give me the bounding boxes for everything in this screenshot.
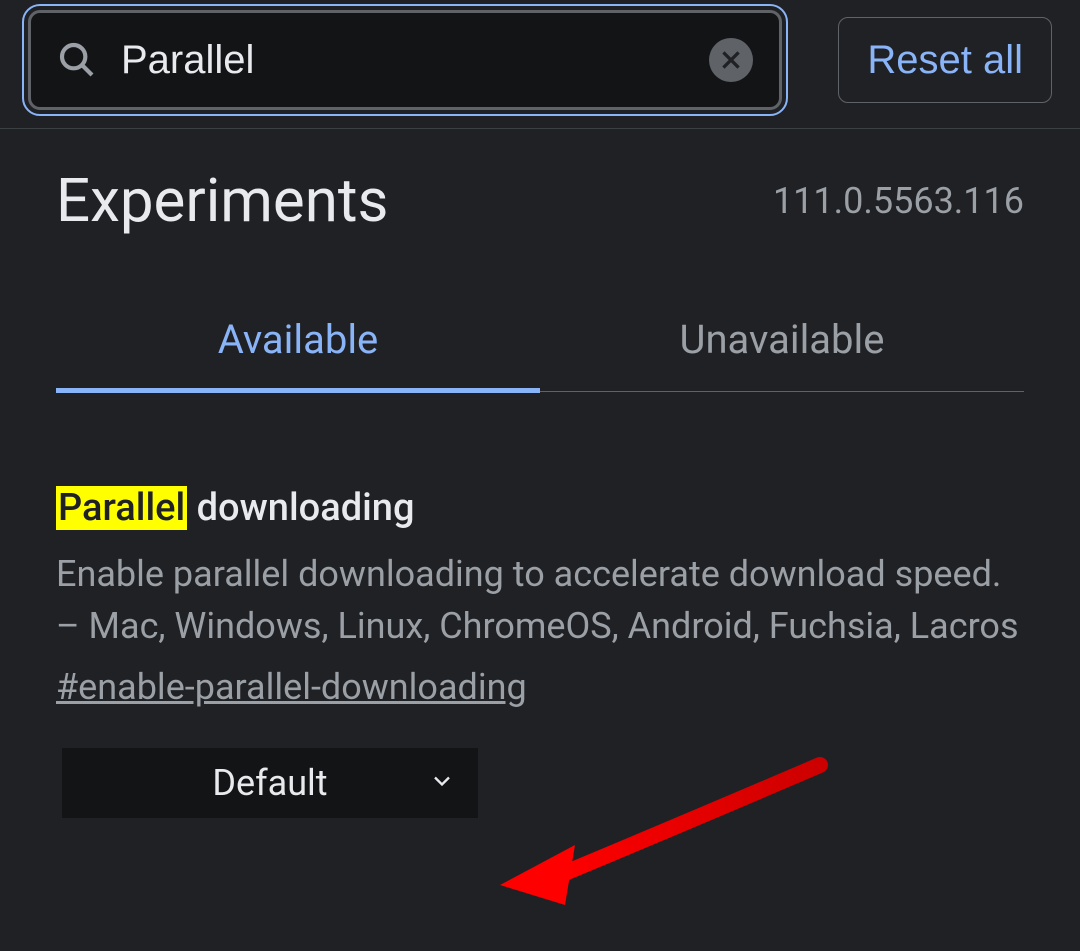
flag-hash-link[interactable]: #enable-parallel-downloading (56, 666, 527, 708)
flag-title-highlight: Parallel (56, 486, 187, 530)
page-title: Experiments (56, 165, 388, 236)
flag-selected-option: Default (212, 762, 327, 804)
clear-search-button[interactable] (709, 38, 753, 82)
tabs: Available Unavailable (56, 316, 1024, 392)
search-container[interactable] (28, 10, 782, 110)
version-label: 111.0.5563.116 (773, 180, 1024, 222)
flag-description: Enable parallel downloading to accelerat… (56, 548, 1024, 652)
chevron-down-icon (428, 762, 456, 804)
reset-all-button[interactable]: Reset all (838, 17, 1052, 103)
flag-item: Parallel downloading Enable parallel dow… (56, 486, 1024, 818)
tab-unavailable[interactable]: Unavailable (540, 316, 1024, 391)
search-icon (57, 40, 97, 80)
close-icon (718, 47, 744, 73)
tab-available[interactable]: Available (56, 316, 540, 391)
flag-title: Parallel downloading (56, 486, 1024, 530)
flag-option-select[interactable]: Default (62, 748, 478, 818)
search-input[interactable] (121, 38, 709, 83)
flag-title-rest: downloading (187, 486, 414, 530)
